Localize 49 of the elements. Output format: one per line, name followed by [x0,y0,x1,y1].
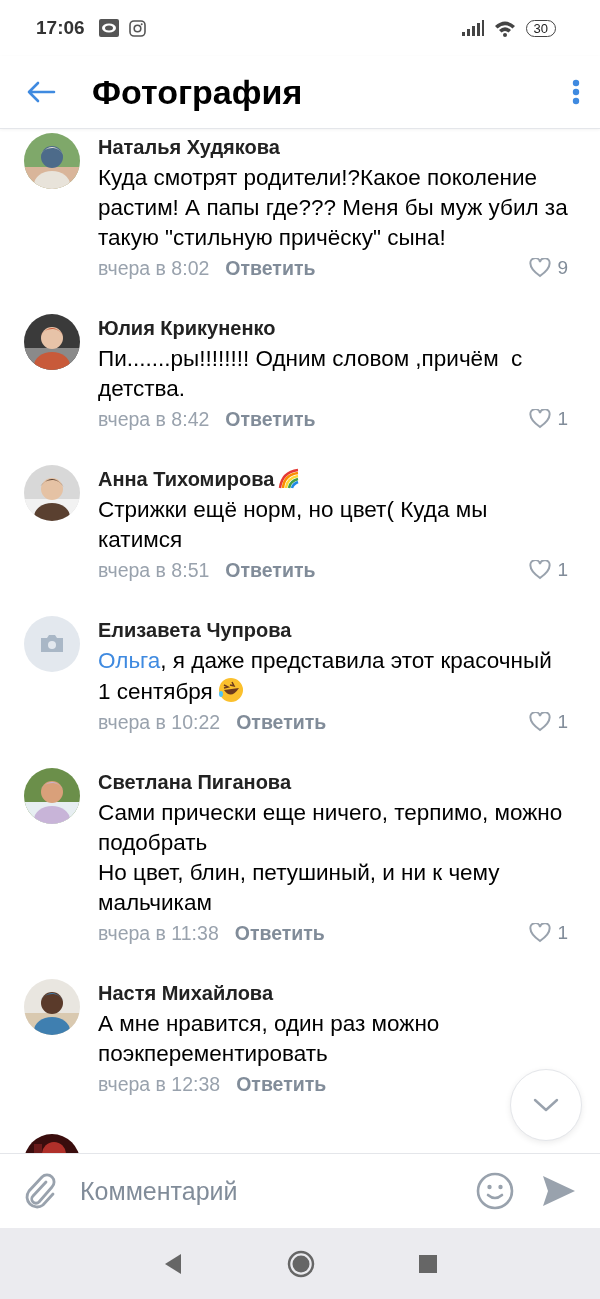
home-circle-icon [287,1249,315,1278]
page-title: Фотография [92,72,304,112]
reply-link[interactable]: Ответить [236,1072,327,1096]
author-name[interactable]: Елизавета Чупрова [98,618,292,642]
comment-date: вчера в 8:02 [98,256,210,280]
reply-link[interactable]: Ответить [236,710,327,734]
camera-placeholder-avatar [24,616,80,672]
like-button[interactable]: 1 [529,408,568,430]
rainbow-icon [278,468,301,490]
reply-link[interactable]: Ответить [225,558,316,582]
like-button[interactable]: 1 [529,559,568,581]
like-button[interactable]: 1 [529,922,568,944]
author-name[interactable]: Наталья Худякова [98,135,280,159]
send-button[interactable] [542,1175,576,1207]
like-button[interactable]: 1 [529,711,568,733]
camera-icon [128,19,146,37]
author-name[interactable]: Настя Михайлова [98,981,274,1005]
comment-date: вчера в 10:22 [98,710,221,734]
attach-button[interactable] [24,1173,58,1209]
author-name[interactable]: Анна Тихомирова [98,467,275,491]
reply-link[interactable]: Ответить [225,256,316,280]
author-name[interactable]: Светлана Пиганова [98,770,292,794]
status-time: 17:06 [36,17,85,39]
like-button[interactable]: 9 [529,257,568,279]
comment-input-field[interactable]: Комментарий [72,1172,462,1210]
comment-text: Ольга, я даже представила этот красочный 1 сентября [98,647,553,706]
comment-date: вчера в 11:38 [98,921,219,945]
reply-link[interactable]: Ответить [234,921,325,945]
comment-text: Куда смотрят родители!?Какое поколение растим! А папы где??? Меня бы муж убил за такую "стильную причёску" сына! [98,164,568,252]
comment-text: А мне нравится, один раз можно поэкперементировать [98,1010,441,1068]
comment-text: Стрижки ещё норм, но цвет( Куда мы катимся [98,496,489,554]
mention-link[interactable]: Ольга [98,648,161,673]
signal-icon [461,20,484,36]
square-recents-icon [419,1254,437,1273]
triangle-back-icon [163,1252,183,1275]
reply-link[interactable]: Ответить [225,407,316,431]
chevron-down-icon [533,1098,559,1112]
screen-record-icon [98,19,119,37]
comment-date: вчера в 8:42 [98,407,210,431]
wifi-icon [493,19,516,37]
comment-text: Пи.......ры!!!!!!!! Одним словом ,причём с детства. [98,345,524,403]
laughing-face-icon [216,676,245,704]
author-name[interactable]: Юлия Крикуненко [98,316,276,340]
emoji-button[interactable] [476,1172,514,1210]
back-button[interactable] [26,81,56,103]
comment-date: вчера в 12:38 [98,1072,221,1096]
comment-text: Сами прически еще ничего, терпимо, можно подобрать Но цвет, блин, петушиный, и ни к чему мальчикам [98,799,564,917]
more-button[interactable] [572,79,580,105]
comment-date: вчера в 8:51 [98,558,210,582]
